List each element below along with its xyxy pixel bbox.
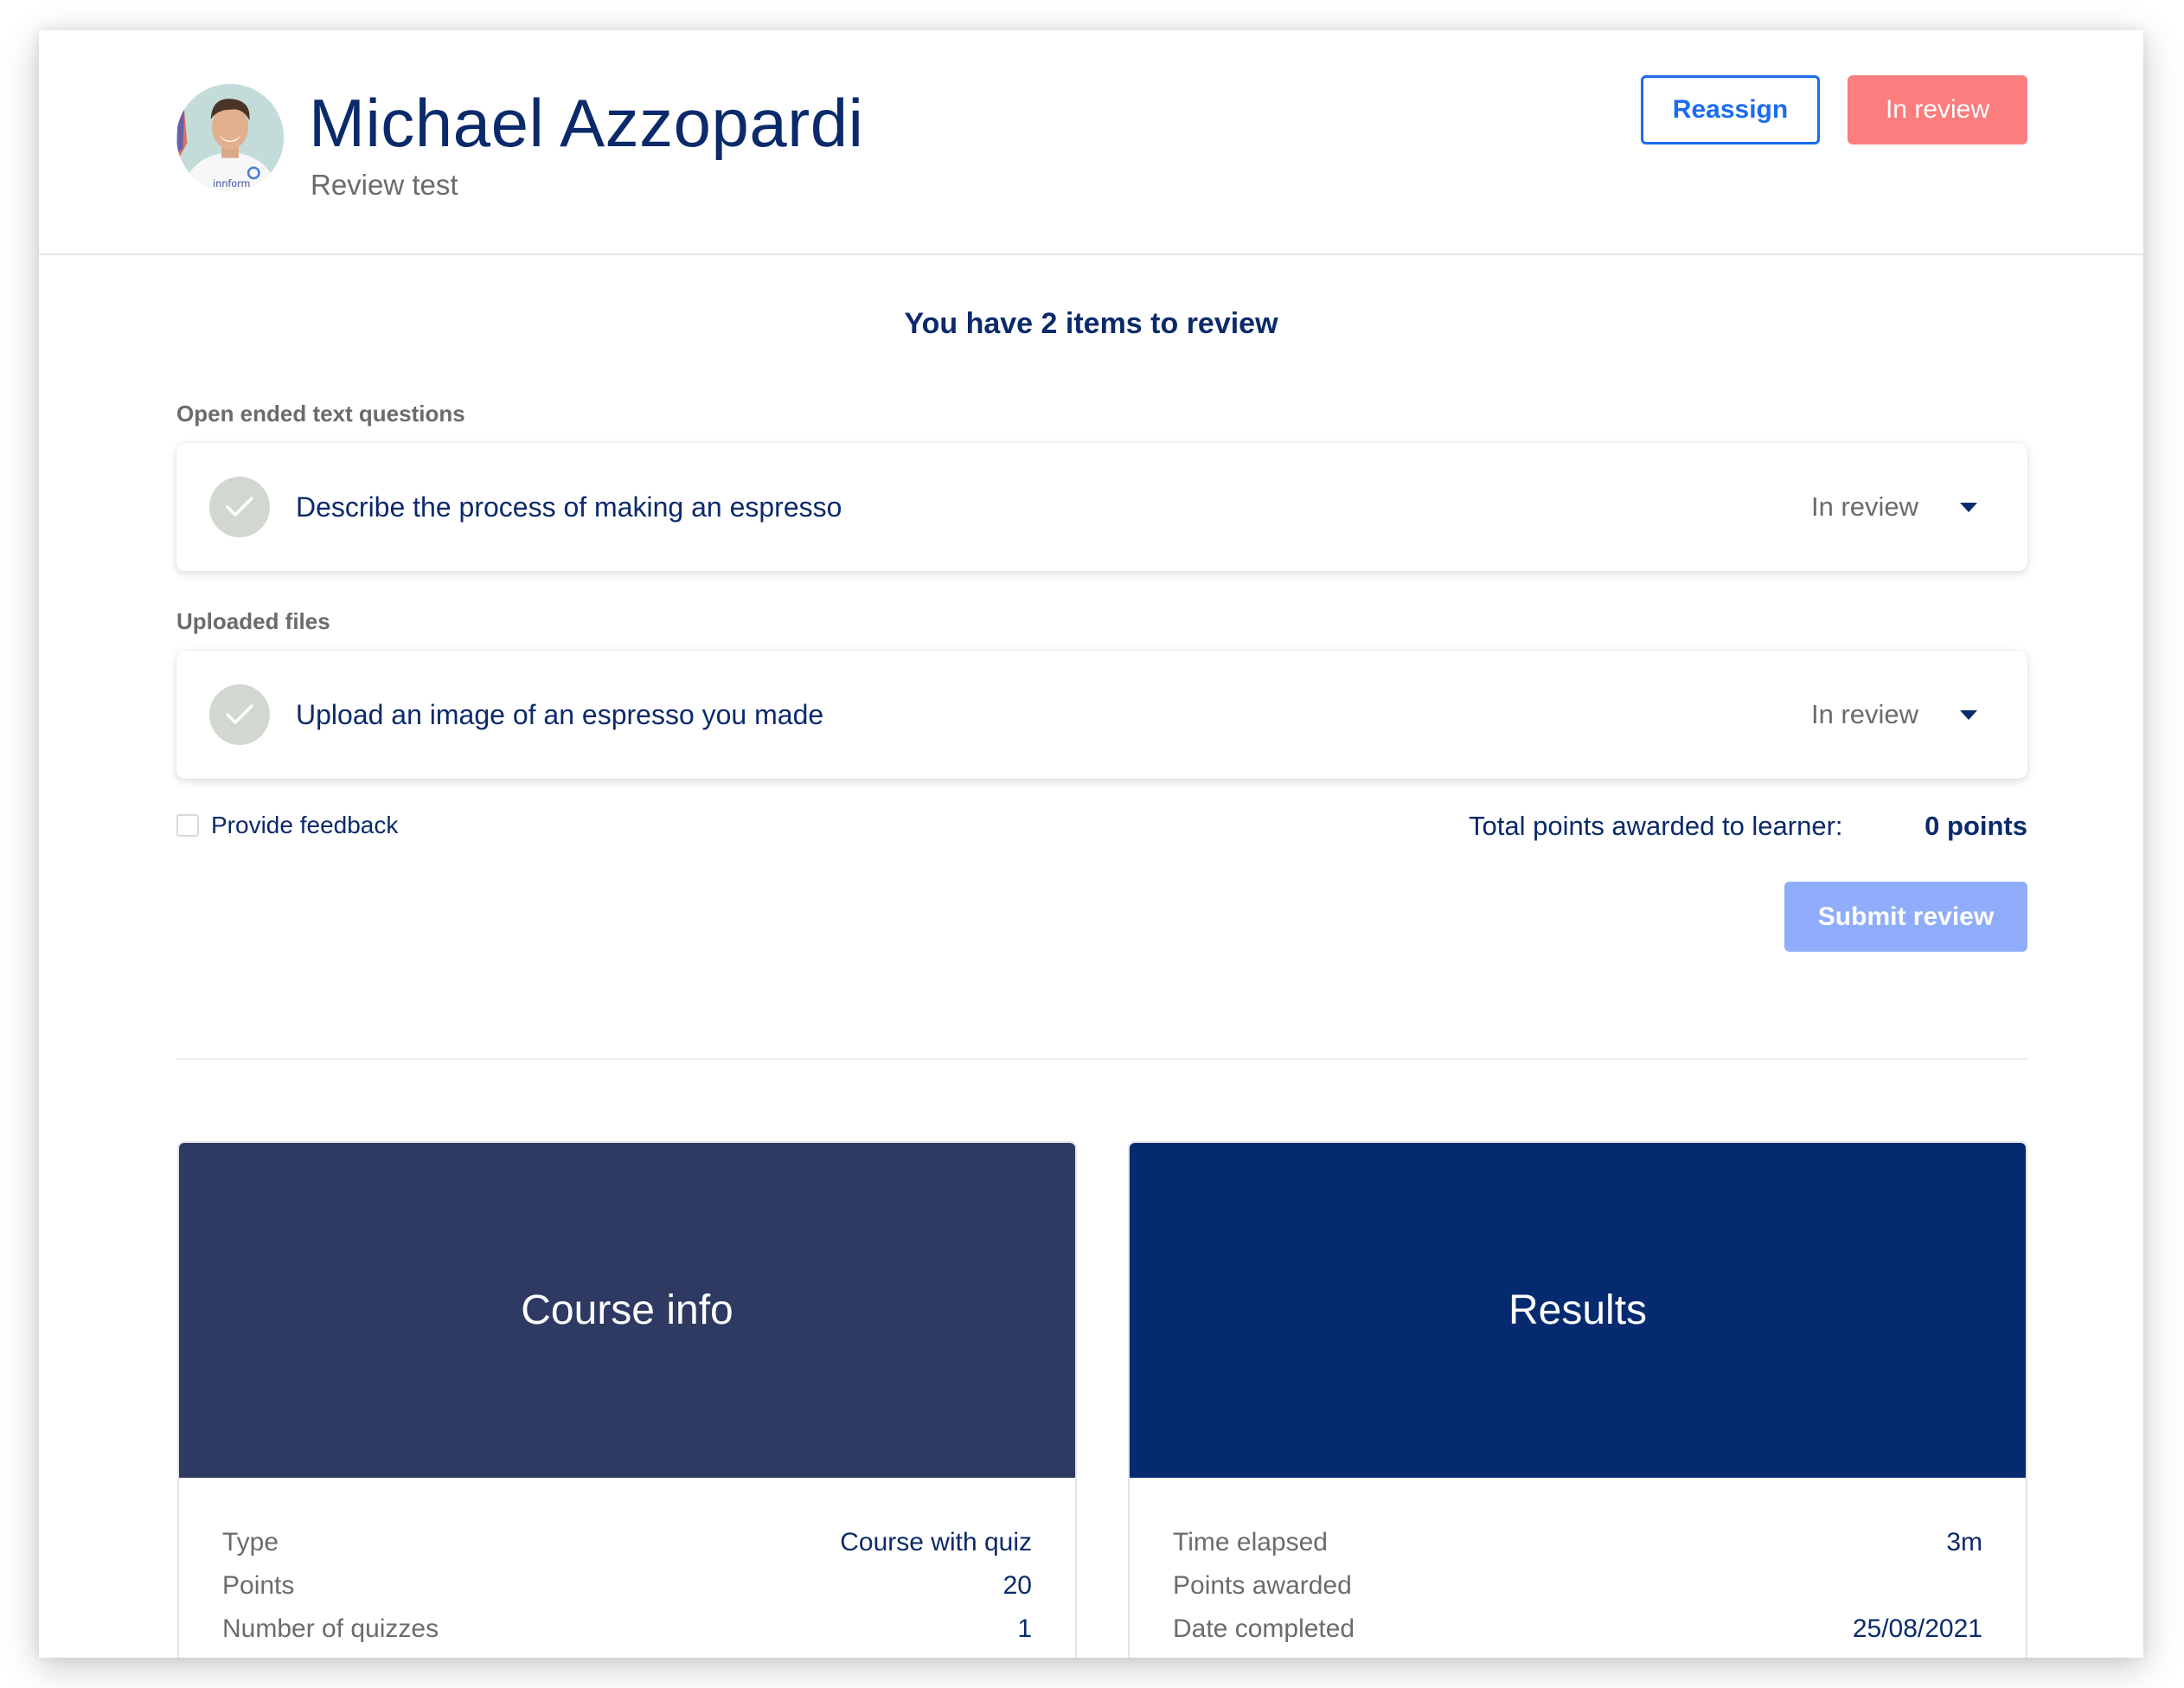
review-item-espresso-image[interactable]: Upload an image of an espresso you made … bbox=[176, 651, 2027, 779]
item-title: Describe the process of making an espres… bbox=[296, 491, 842, 523]
checkmark-icon bbox=[226, 497, 253, 517]
section-label-open-ended: Open ended text questions bbox=[176, 401, 465, 427]
info-row: Points awarded bbox=[1173, 1564, 1982, 1608]
caret-down-icon[interactable] bbox=[1960, 502, 1977, 512]
row-label: Points awarded bbox=[1173, 1571, 1352, 1600]
avatar: innform bbox=[176, 84, 284, 191]
learner-name: Michael Azzopardi bbox=[309, 85, 864, 161]
item-status: In review bbox=[1810, 699, 1918, 729]
info-row: Points 20 bbox=[222, 1564, 1032, 1608]
item-title: Upload an image of an espresso you made bbox=[296, 698, 824, 730]
svg-text:innform: innform bbox=[213, 178, 250, 189]
course-info-rows: Type Course with quiz Points 20 Number o… bbox=[179, 1478, 1075, 1651]
review-heading: You have 2 items to review bbox=[904, 307, 1278, 340]
row-value: 3m bbox=[1946, 1528, 1982, 1556]
row-label: Date completed bbox=[1173, 1614, 1355, 1643]
row-label: Time elapsed bbox=[1173, 1528, 1328, 1556]
info-row: Date completed 25/08/2021 bbox=[1173, 1608, 1982, 1651]
row-value: 25/08/2021 bbox=[1852, 1614, 1982, 1643]
status-button[interactable]: In review bbox=[1848, 75, 2027, 144]
row-label: Number of quizzes bbox=[222, 1614, 439, 1643]
info-row: Number of quizzes 1 bbox=[222, 1608, 1032, 1651]
learner-header: innform Michael Azzopardi Review test Re… bbox=[39, 30, 2143, 255]
row-value: 1 bbox=[1017, 1614, 1032, 1643]
results-card: Results Time elapsed 3m Points awarded D… bbox=[1128, 1141, 2027, 1658]
review-window: innform Michael Azzopardi Review test Re… bbox=[39, 30, 2143, 1658]
row-label: Points bbox=[222, 1571, 295, 1600]
check-circle-icon bbox=[209, 684, 270, 745]
results-banner: Results bbox=[1130, 1143, 2026, 1478]
checkmark-icon bbox=[226, 704, 253, 724]
row-value: 20 bbox=[1002, 1571, 1032, 1600]
row-value: Course with quiz bbox=[840, 1528, 1032, 1556]
row-label: Type bbox=[222, 1528, 279, 1556]
provide-feedback-toggle[interactable]: Provide feedback bbox=[176, 812, 398, 839]
review-subtitle: Review test bbox=[311, 169, 458, 201]
review-item-espresso-process[interactable]: Describe the process of making an espres… bbox=[176, 443, 2027, 571]
info-row: Type Course with quiz bbox=[222, 1521, 1032, 1564]
provide-feedback-checkbox[interactable] bbox=[176, 814, 199, 837]
reassign-button[interactable]: Reassign bbox=[1641, 75, 1820, 144]
total-points-label: Total points awarded to learner: bbox=[1469, 811, 1843, 841]
course-info-banner: Course info bbox=[179, 1143, 1075, 1478]
info-row: Time elapsed 3m bbox=[1173, 1521, 1982, 1564]
avatar-photo-icon: innform bbox=[176, 84, 284, 191]
total-points-value: 0 points bbox=[1925, 811, 2027, 841]
section-divider bbox=[176, 1058, 2027, 1060]
course-info-card: Course info Type Course with quiz Points… bbox=[177, 1141, 1077, 1658]
section-label-uploaded-files: Uploaded files bbox=[176, 608, 330, 634]
submit-review-button[interactable]: Submit review bbox=[1784, 882, 2027, 952]
caret-down-icon[interactable] bbox=[1960, 709, 1977, 720]
check-circle-icon bbox=[209, 477, 270, 537]
provide-feedback-label: Provide feedback bbox=[211, 812, 399, 838]
results-rows: Time elapsed 3m Points awarded Date comp… bbox=[1130, 1478, 2026, 1651]
item-status: In review bbox=[1810, 491, 1918, 522]
